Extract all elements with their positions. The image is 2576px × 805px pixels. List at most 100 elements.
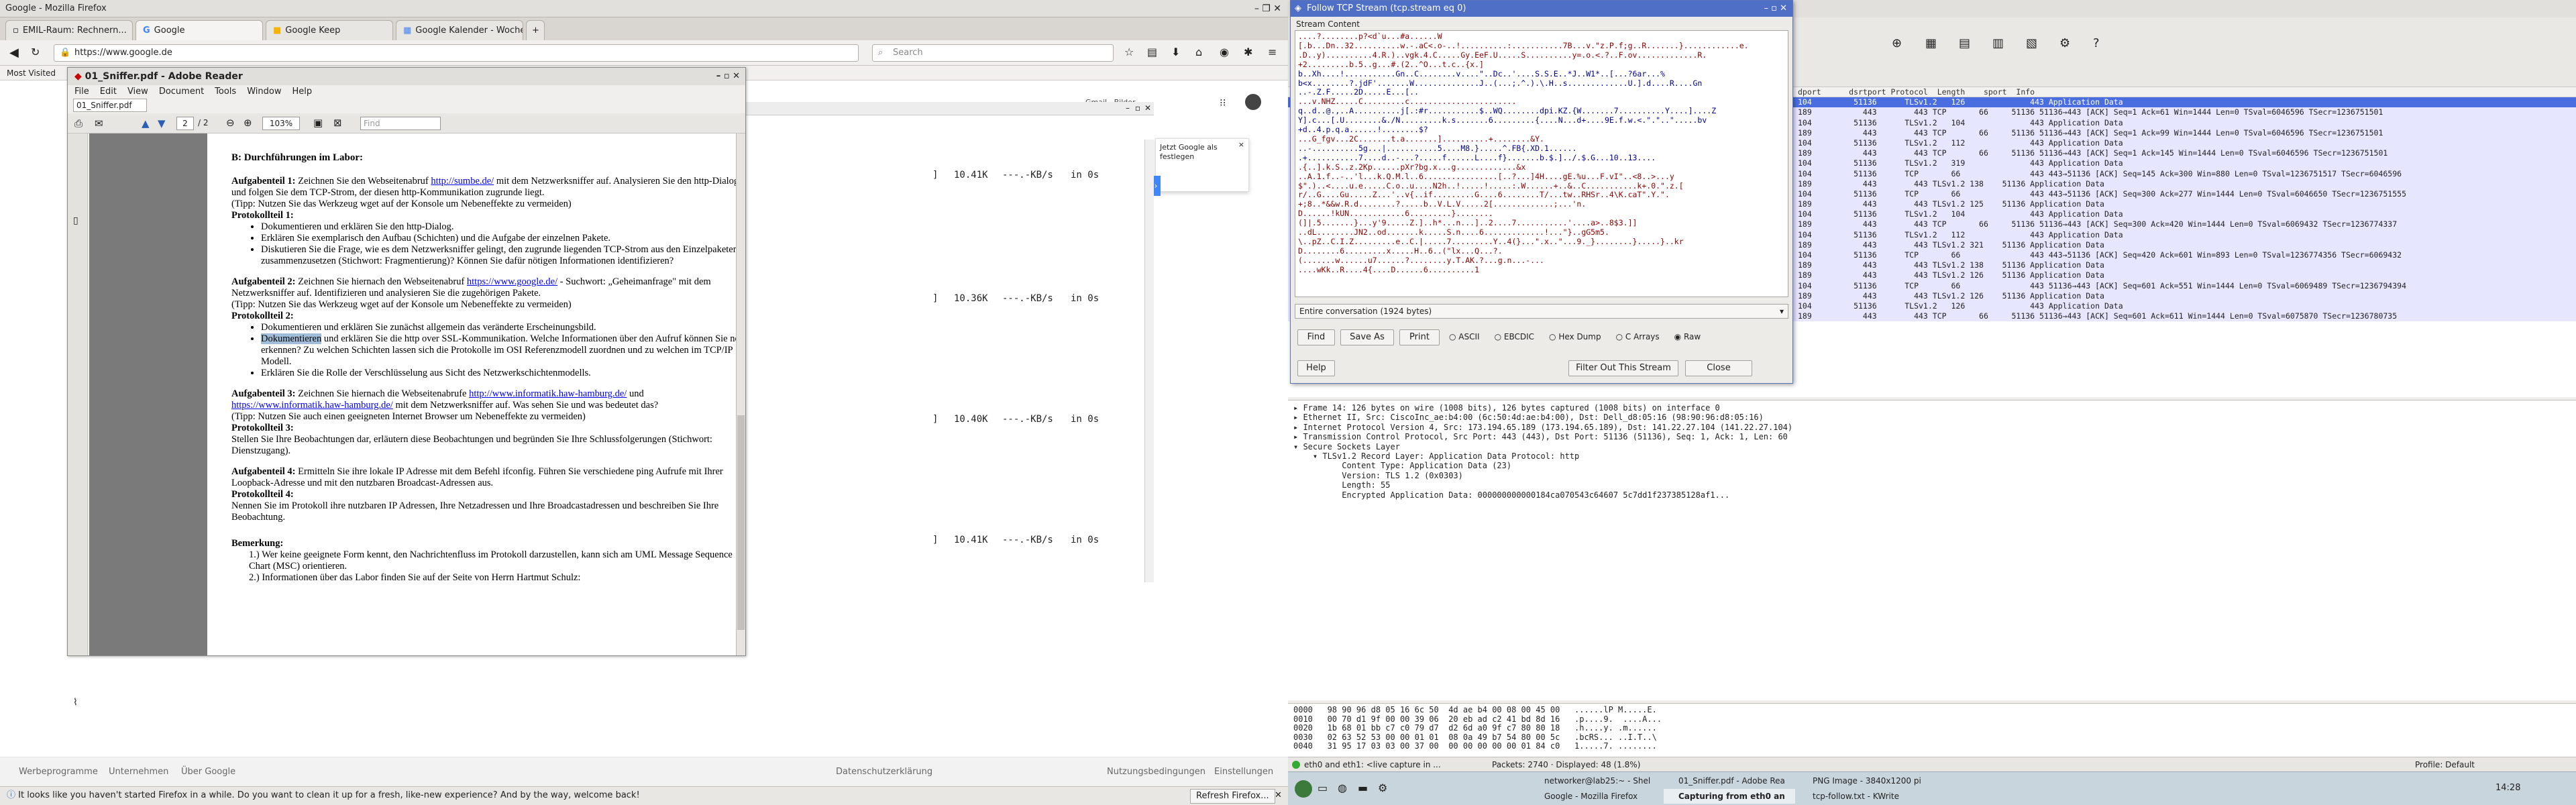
bookmark-star-icon[interactable]: ☆: [1124, 46, 1134, 58]
window-controls[interactable]: – ▫ ✕: [716, 68, 740, 85]
close-icon[interactable]: ×: [1238, 140, 1244, 150]
window-controls[interactable]: – ▫ ✕: [1764, 1, 1787, 17]
fit-page-icon[interactable]: ▣: [313, 117, 323, 129]
link-haw-https[interactable]: https://www.informatik.haw-hamburg.de/: [231, 400, 393, 411]
maximize-icon[interactable]: ▫: [1135, 103, 1140, 113]
footer-link-settings[interactable]: Einstellungen: [1214, 767, 1273, 777]
taskbar-item-firefox[interactable]: Google - Mozilla Firefox: [1529, 789, 1661, 804]
search-bar[interactable]: ⌕ Search: [872, 44, 1114, 62]
settings-icon[interactable]: ⚙: [1378, 782, 1387, 794]
new-tab-button[interactable]: +: [526, 20, 545, 40]
radio-hex-dump[interactable]: ○ Hex Dump: [1549, 332, 1601, 341]
tab-google-keep[interactable]: ■ Google Keep: [266, 20, 393, 40]
detail-row[interactable]: ▸ Ethernet II, Src: CiscoInc_ae:b4:00 (6…: [1293, 413, 2571, 422]
scrollbar-thumb[interactable]: [737, 415, 745, 630]
taskbar-item-kwrite[interactable]: tcp-follow.txt - KWrite: [1798, 789, 1929, 804]
download-icon[interactable]: ⬇: [1171, 46, 1180, 58]
footer-link-ads[interactable]: Werbeprogramme: [19, 767, 98, 777]
link-sumbe[interactable]: http://sumbe.de/: [431, 176, 494, 186]
radio-c-arrays[interactable]: ○ C Arrays: [1616, 332, 1660, 341]
zoom-icon[interactable]: ⊕: [1892, 36, 1902, 50]
avatar[interactable]: [1245, 94, 1261, 110]
link-google[interactable]: https://www.google.de/: [467, 276, 557, 287]
page-number-input[interactable]: 2: [176, 117, 194, 130]
tab-google-calendar[interactable]: ▦ Google Kalender - Woche...: [396, 20, 523, 40]
refresh-firefox-button[interactable]: Refresh Firefox...: [1190, 789, 1275, 804]
hex-row[interactable]: 0020 1b 68 01 bb c7 c0 79 d7 d2 6d a0 9f…: [1293, 723, 2571, 733]
resize-columns-icon[interactable]: ▦: [1925, 36, 1937, 50]
menu-tools[interactable]: Tools: [215, 85, 236, 99]
radio-raw[interactable]: ◉ Raw: [1674, 332, 1701, 341]
menu-edit[interactable]: Edit: [100, 85, 117, 99]
menu-help[interactable]: Help: [292, 85, 312, 99]
selected-text[interactable]: Dokumentieren: [261, 333, 322, 344]
footer-link-about[interactable]: Über Google: [181, 767, 235, 777]
taskbar-item-terminal[interactable]: networker@lab25:~ - Shel: [1529, 773, 1661, 788]
menu-view[interactable]: View: [127, 85, 148, 99]
radio-ebcdic[interactable]: ○ EBCDIC: [1495, 332, 1534, 341]
capture-filter-icon[interactable]: ▤: [1959, 36, 1970, 50]
detail-row[interactable]: Encrypted Application Data: 000000000000…: [1293, 490, 2571, 500]
file-manager-icon[interactable]: ▭: [1318, 782, 1328, 794]
menu-file[interactable]: File: [74, 85, 89, 99]
detail-row[interactable]: ▾ Secure Sockets Layer: [1293, 442, 2571, 451]
tab-google[interactable]: G Google: [136, 20, 263, 40]
next-page-icon[interactable]: ▼: [158, 117, 166, 129]
detail-row[interactable]: ▸ Internet Protocol Version 4, Src: 173.…: [1293, 423, 2571, 432]
radio-ascii[interactable]: ○ ASCII: [1449, 332, 1480, 341]
hex-row[interactable]: 0030 02 63 52 53 00 00 01 01 08 0a 49 b7…: [1293, 733, 2571, 743]
stream-content[interactable]: ....?........p?<d`u...#a......W [.b...Dn.…: [1295, 30, 1788, 297]
reload-icon[interactable]: ↻: [31, 46, 40, 58]
detail-row[interactable]: ▸ Transmission Control Protocol, Src Por…: [1293, 432, 2571, 441]
minimize-icon[interactable]: –: [1126, 103, 1130, 113]
find-button[interactable]: Find: [1297, 329, 1335, 345]
url-bar[interactable]: 🔒 https://www.google.de: [54, 44, 859, 62]
zoom-in-icon[interactable]: ⊕: [244, 117, 252, 129]
close-button[interactable]: Close: [1685, 360, 1752, 376]
clock[interactable]: 14:28: [2496, 783, 2520, 793]
terminal-icon[interactable]: ▬: [1358, 782, 1368, 794]
back-icon[interactable]: ◀: [9, 46, 19, 60]
detail-row[interactable]: Version: TLS 1.2 (0x0303): [1293, 471, 2571, 480]
conversation-select[interactable]: Entire conversation (1924 bytes) ▾: [1295, 304, 1788, 319]
pocket-icon[interactable]: ◉: [1220, 46, 1229, 58]
save-as-button[interactable]: Save As: [1340, 329, 1394, 345]
detail-row[interactable]: Content Type: Application Data (23): [1293, 461, 2571, 470]
link-haw-http[interactable]: http://www.informatik.haw-hamburg.de/: [469, 388, 627, 399]
status-profile[interactable]: Profile: Default: [2415, 757, 2475, 772]
scrollbar[interactable]: [1144, 140, 1154, 582]
fit-width-icon[interactable]: ⊠: [333, 117, 342, 129]
print-button[interactable]: Print: [1399, 329, 1440, 345]
close-icon[interactable]: ✕: [1144, 103, 1151, 113]
browser-icon[interactable]: ◍: [1338, 782, 1347, 794]
display-filter-icon[interactable]: ▥: [1992, 36, 2004, 50]
attachment-icon[interactable]: ⌇: [73, 697, 78, 708]
bookmarks-icon[interactable]: ▤: [1147, 46, 1157, 58]
apps-grid-icon[interactable]: ⁝⁝: [1220, 97, 1226, 109]
zoom-out-icon[interactable]: ⊖: [226, 117, 235, 129]
hex-row[interactable]: 0000 98 90 96 d8 05 16 6c 50 4d ae b4 00…: [1293, 705, 2571, 715]
footer-link-privacy[interactable]: Datenschutzerklärung: [836, 767, 932, 777]
start-menu-icon[interactable]: [1295, 780, 1312, 798]
footer-link-company[interactable]: Unternehmen: [109, 767, 168, 777]
zoom-select[interactable]: 103%: [262, 117, 300, 130]
find-input[interactable]: Find: [360, 117, 441, 130]
bookmark-most-visited[interactable]: Most Visited: [7, 68, 56, 78]
filter-out-stream-button[interactable]: Filter Out This Stream: [1568, 360, 1678, 376]
detail-row[interactable]: ▸ Frame 14: 126 bytes on wire (1008 bits…: [1293, 403, 2571, 413]
footer-link-terms[interactable]: Nutzungsbedingungen: [1107, 767, 1205, 777]
detail-row[interactable]: ▾ TLSv1.2 Record Layer: Application Data…: [1293, 451, 2571, 461]
help-icon[interactable]: ?: [2093, 36, 2100, 50]
window-controls[interactable]: – ❐ ✕: [1254, 0, 1281, 17]
scrollbar[interactable]: [736, 133, 745, 655]
document-tab[interactable]: 01_Sniffer.pdf: [73, 99, 147, 112]
hex-row[interactable]: 0040 31 95 17 03 03 00 37 00 00 00 00 00…: [1293, 741, 2571, 751]
detail-row[interactable]: Length: 55: [1293, 480, 2571, 490]
help-button[interactable]: Help: [1297, 360, 1335, 376]
email-icon[interactable]: ✉: [95, 117, 103, 129]
coloring-icon[interactable]: ▧: [2026, 36, 2037, 50]
menu-icon[interactable]: ≡: [1268, 46, 1277, 58]
print-icon[interactable]: ⎙: [74, 117, 83, 129]
addon-icon[interactable]: ✱: [1244, 46, 1252, 58]
close-icon[interactable]: ✕: [1275, 787, 1282, 804]
